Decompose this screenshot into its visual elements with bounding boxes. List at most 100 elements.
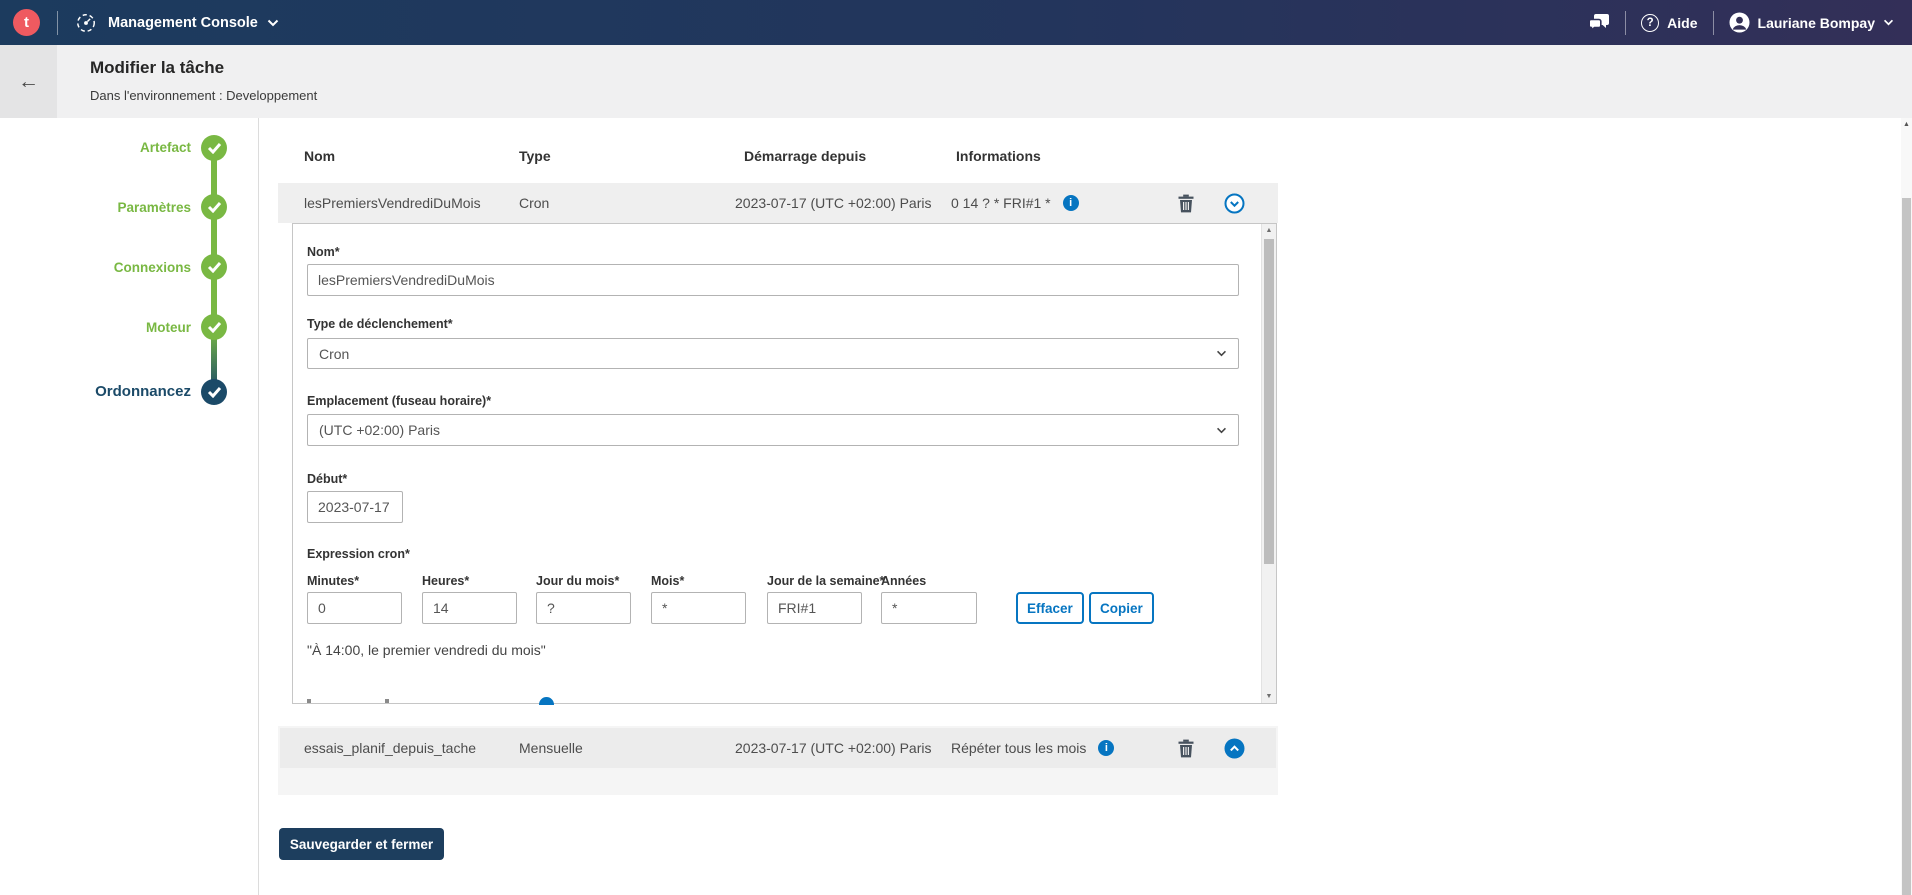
row-name: lesPremiersVendrediDuMois xyxy=(304,195,481,211)
delete-button[interactable] xyxy=(1178,728,1194,768)
clipped-toggle-fragment xyxy=(539,697,554,705)
row-info: 0 14 ? * FRI#1 * i xyxy=(951,183,1079,223)
step-check-ordonnancez[interactable] xyxy=(201,379,227,405)
info-glyph: i xyxy=(1069,197,1073,209)
talend-logo[interactable]: t xyxy=(13,9,40,36)
cron-hours-label: Heures* xyxy=(422,574,470,588)
column-header-demarrage: Démarrage depuis xyxy=(744,148,867,164)
avatar-icon xyxy=(1729,12,1750,33)
expand-row-button[interactable] xyxy=(1224,728,1245,768)
table-row-container: essais_planif_depuis_tache Mensuelle 202… xyxy=(278,726,1278,795)
cron-day-of-week-input[interactable] xyxy=(767,592,862,624)
help-glyph: ? xyxy=(1646,16,1654,29)
chat-icon[interactable] xyxy=(1588,13,1610,32)
product-name[interactable]: Management Console xyxy=(108,15,258,31)
user-name: Lauriane Bompay xyxy=(1757,14,1875,31)
timezone-value: (UTC +02:00) Paris xyxy=(319,422,440,438)
info-icon[interactable]: i xyxy=(1062,195,1079,211)
scroll-up-icon[interactable]: ▲ xyxy=(1262,227,1276,234)
schedule-edit-panel: Nom* Type de déclenchement* Cron Emplace… xyxy=(292,223,1277,705)
column-header-type: Type xyxy=(519,148,551,164)
step-check-connexions[interactable] xyxy=(201,254,227,280)
step-check-artefact[interactable] xyxy=(201,135,227,161)
trigger-type-label: Type de déclenchement* xyxy=(307,317,453,331)
row-name: essais_planif_depuis_tache xyxy=(304,740,477,756)
help-menu[interactable]: ? Aide xyxy=(1641,13,1698,32)
start-date-label: Début* xyxy=(307,472,348,486)
table-row[interactable]: essais_planif_depuis_tache Mensuelle 202… xyxy=(280,728,1276,768)
cron-day-of-week-label: Jour de la semaine* xyxy=(767,574,885,588)
timezone-select[interactable]: (UTC +02:00) Paris xyxy=(307,414,1239,446)
panel-scrollbar-thumb[interactable] xyxy=(1264,239,1274,564)
page-scrollbar[interactable]: ▲ xyxy=(1901,118,1912,895)
stepper-item-connexions[interactable]: Connexions xyxy=(33,260,191,275)
chevron-down-icon xyxy=(1217,427,1226,433)
page-title: Modifier la tâche xyxy=(90,58,225,77)
user-menu[interactable]: Lauriane Bompay xyxy=(1729,12,1894,33)
compass-icon xyxy=(75,12,97,34)
top-navbar: t Management Console ? Aide Lauriane Bom… xyxy=(0,0,1912,45)
step-check-moteur[interactable] xyxy=(201,314,227,340)
cron-month-label: Mois* xyxy=(651,574,685,588)
row-type: Mensuelle xyxy=(519,740,583,756)
start-date-input[interactable] xyxy=(307,491,403,523)
management-console-page: t Management Console ? Aide Lauriane Bom… xyxy=(0,0,1912,895)
row-info: Répéter tous les mois i xyxy=(951,728,1115,768)
row-type: Cron xyxy=(519,195,550,211)
clipped-content-fragment xyxy=(307,699,311,703)
stepper-item-artefact[interactable]: Artefact xyxy=(33,140,191,155)
row-info-text: 0 14 ? * FRI#1 * xyxy=(951,195,1051,211)
cron-day-of-month-label: Jour du mois* xyxy=(536,574,620,588)
cron-day-of-month-input[interactable] xyxy=(536,592,631,624)
copy-cron-button[interactable]: Copier xyxy=(1089,592,1154,624)
panel-scrollbar[interactable]: ▲ ▼ xyxy=(1261,224,1276,703)
table-row[interactable]: lesPremiersVendrediDuMois Cron 2023-07-1… xyxy=(278,183,1278,223)
collapse-row-button[interactable] xyxy=(1224,183,1245,223)
chevron-down-icon xyxy=(1217,350,1226,357)
page-header: ← Modifier la tâche Dans l'environnement… xyxy=(0,45,1912,118)
name-input[interactable] xyxy=(307,264,1239,296)
cron-years-input[interactable] xyxy=(881,592,977,624)
content-divider xyxy=(258,118,259,895)
stepper-item-ordonnancez[interactable]: Ordonnancez xyxy=(33,383,191,400)
logo-letter: t xyxy=(24,14,29,31)
navbar-right: ? Aide Lauriane Bompay xyxy=(1588,10,1894,35)
back-button[interactable]: ← xyxy=(0,45,57,118)
column-header-informations: Informations xyxy=(956,148,1041,164)
clipped-content-fragment xyxy=(385,699,389,703)
cron-month-input[interactable] xyxy=(651,592,746,624)
cron-description: "À 14:00, le premier vendredi du mois" xyxy=(307,642,546,658)
delete-button[interactable] xyxy=(1178,183,1194,223)
navbar-divider xyxy=(57,10,58,35)
page-scrollbar-thumb[interactable] xyxy=(1902,198,1911,895)
cron-years-label: Années xyxy=(881,574,927,588)
cron-expression-label: Expression cron* xyxy=(307,547,410,561)
navbar-divider xyxy=(1625,10,1627,35)
timezone-label: Emplacement (fuseau horaire)* xyxy=(307,394,492,408)
scroll-up-icon[interactable]: ▲ xyxy=(1901,121,1912,128)
stepper-item-parametres[interactable]: Paramètres xyxy=(33,200,191,215)
row-start: 2023-07-17 (UTC +02:00) Paris xyxy=(735,740,932,756)
name-field-label: Nom* xyxy=(307,245,340,259)
help-icon: ? xyxy=(1641,13,1660,32)
column-header-nom: Nom xyxy=(304,148,336,164)
clear-cron-button[interactable]: Effacer xyxy=(1016,592,1084,624)
cron-minutes-label: Minutes* xyxy=(307,574,360,588)
row-start: 2023-07-17 (UTC +02:00) Paris xyxy=(735,195,932,211)
cron-minutes-input[interactable] xyxy=(307,592,402,624)
stepper-connector xyxy=(211,148,217,330)
chevron-down-icon xyxy=(1883,19,1894,26)
info-glyph: i xyxy=(1104,742,1108,754)
stepper-item-moteur[interactable]: Moteur xyxy=(33,320,191,335)
trigger-type-value: Cron xyxy=(319,345,350,362)
help-label: Aide xyxy=(1667,14,1698,31)
cron-hours-input[interactable] xyxy=(422,592,517,624)
page-subtitle: Dans l'environnement : Developpement xyxy=(90,88,318,103)
back-arrow-icon: ← xyxy=(18,69,39,93)
step-check-parametres[interactable] xyxy=(201,194,227,220)
scroll-down-icon[interactable]: ▼ xyxy=(1262,693,1276,700)
trigger-type-select[interactable]: Cron xyxy=(307,338,1239,369)
save-and-close-button[interactable]: Sauvegarder et fermer xyxy=(279,828,444,860)
info-icon[interactable]: i xyxy=(1098,740,1115,756)
chevron-down-icon[interactable] xyxy=(267,19,279,27)
